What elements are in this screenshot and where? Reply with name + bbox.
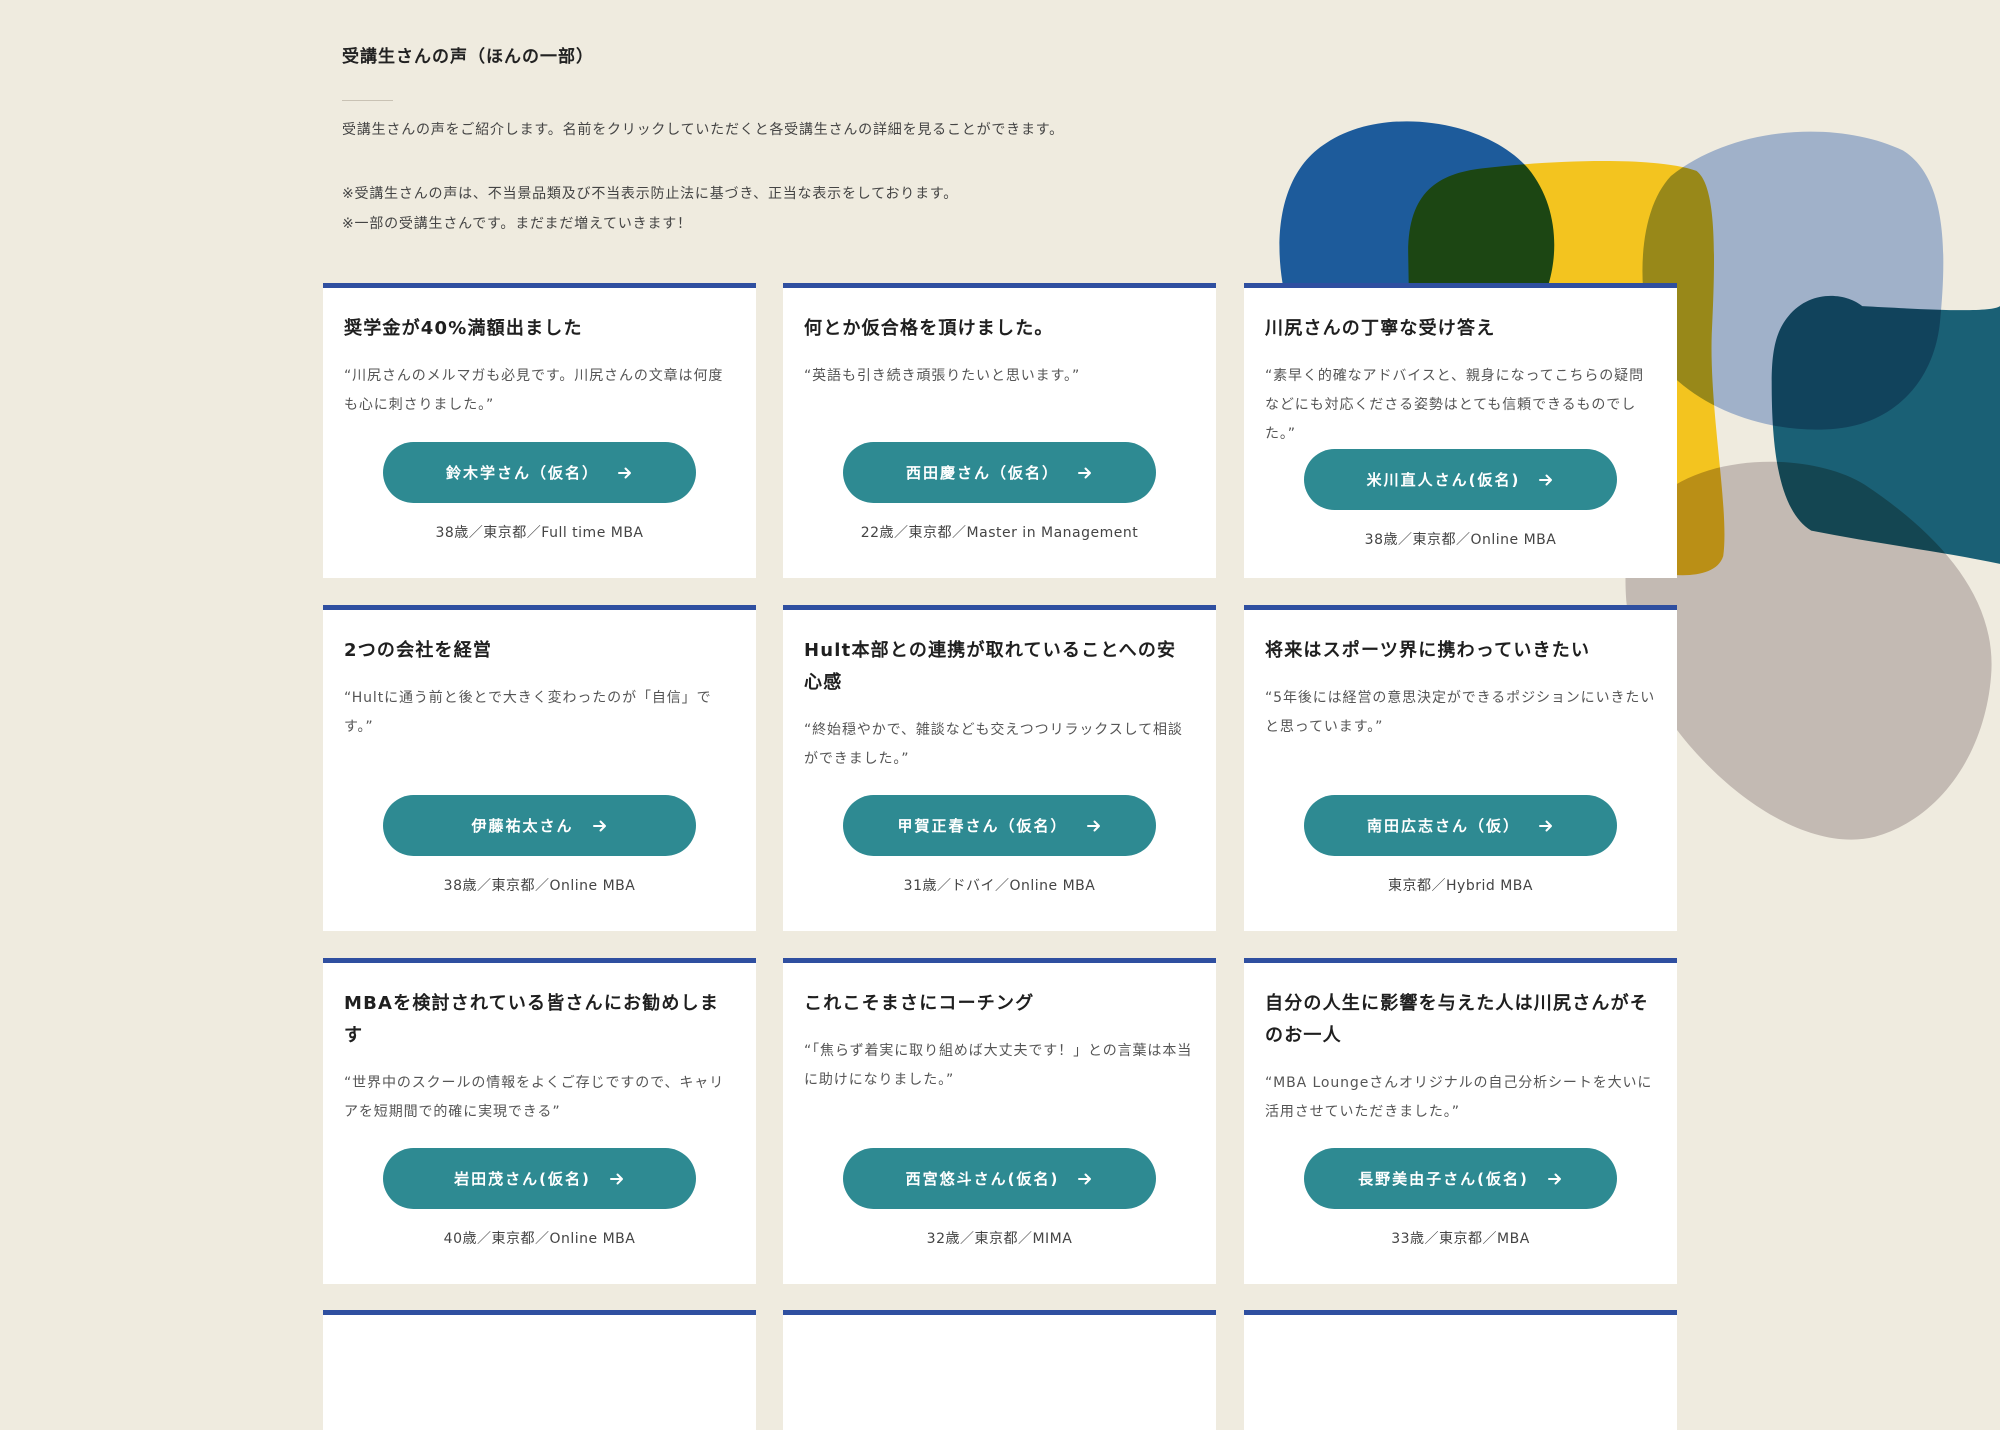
card-footer: 長野美由子さん(仮名) 33歳／東京都／MBA bbox=[1265, 1148, 1656, 1249]
button-label: 伊藤祐太さん bbox=[471, 817, 574, 835]
card-footer: 岩田茂さん(仮名) 40歳／東京都／Online MBA bbox=[344, 1148, 735, 1249]
testimonial-card: 自分の人生に影響を与えた人は川尻さんがそのお一人 “MBA Loungeさんオリ… bbox=[1244, 958, 1677, 1284]
student-meta: 38歳／東京都／Full time MBA bbox=[435, 525, 644, 541]
card-title: Hult本部との連携が取れていることへの安心感 bbox=[804, 640, 1177, 693]
student-name-button[interactable]: 鈴木学さん（仮名） bbox=[383, 442, 696, 503]
arrow-right-icon bbox=[1547, 1171, 1563, 1187]
card-title: これこそまさにコーチング bbox=[804, 993, 1035, 1014]
arrow-right-icon bbox=[1077, 465, 1093, 481]
testimonial-card bbox=[783, 1310, 1216, 1430]
section-intro: 受講生さんの声をご紹介します。名前をクリックしていただくと各受講生さんの詳細を見… bbox=[342, 122, 1064, 138]
testimonial-card: 将来はスポーツ界に携わっていきたい “5年後には経営の意思決定ができるポジション… bbox=[1244, 605, 1677, 931]
button-label: 西田慶さん（仮名） bbox=[905, 464, 1059, 482]
testimonial-card: これこそまさにコーチング “「焦らず着実に取り組めば大丈夫です！」との言葉は本当… bbox=[783, 958, 1216, 1284]
card-quote: “5年後には経営の意思決定ができるポジションにいきたいと思っています。” bbox=[1265, 690, 1656, 735]
student-meta: 40歳／東京都／Online MBA bbox=[443, 1231, 636, 1247]
card-footer: 伊藤祐太さん 38歳／東京都／Online MBA bbox=[344, 795, 735, 896]
student-meta: 31歳／ドバイ／Online MBA bbox=[903, 878, 1096, 894]
student-meta: 38歳／東京都／Online MBA bbox=[443, 878, 636, 894]
card-footer: 西宮悠斗さん(仮名) 32歳／東京都／MIMA bbox=[804, 1148, 1195, 1249]
card-title: 自分の人生に影響を与えた人は川尻さんがそのお一人 bbox=[1265, 993, 1649, 1046]
button-label: 甲賀正春さん（仮名） bbox=[897, 817, 1068, 835]
testimonial-card: MBAを検討されている皆さんにお勧めします “世界中のスクールの情報をよくご存じ… bbox=[323, 958, 756, 1284]
card-quote: “素早く的確なアドバイスと、親身になってこちらの疑問などにも対応くださる姿勢はと… bbox=[1265, 368, 1644, 442]
arrow-right-icon bbox=[1086, 818, 1102, 834]
arrow-right-icon bbox=[1538, 818, 1554, 834]
student-meta: 38歳／東京都／Online MBA bbox=[1364, 532, 1557, 548]
section-note: ※一部の受講生さんです。まだまだ増えていきます！ bbox=[342, 216, 692, 232]
title-divider bbox=[342, 100, 393, 101]
card-quote: “MBA Loungeさんオリジナルの自己分析シートを大いに活用させていただきま… bbox=[1265, 1075, 1653, 1120]
testimonial-card: Hult本部との連携が取れていることへの安心感 “終始穏やかで、雑談なども交えつ… bbox=[783, 605, 1216, 931]
card-title: MBAを検討されている皆さんにお勧めします bbox=[344, 993, 720, 1046]
button-label: 長野美由子さん(仮名) bbox=[1358, 1170, 1529, 1188]
section-note: ※受講生さんの声は、不当景品類及び不当表示防止法に基づき、正当な表示をしておりま… bbox=[342, 186, 959, 202]
card-quote: “Hultに通う前と後とで大きく変わったのが「自信」です。” bbox=[344, 690, 712, 735]
student-meta: 東京都／Hybrid MBA bbox=[1388, 878, 1533, 894]
testimonial-card: 奨学金が40%満額出ました “川尻さんのメルマガも必見です。川尻さんの文章は何度… bbox=[323, 283, 756, 578]
student-name-button[interactable]: 米川直人さん(仮名) bbox=[1304, 449, 1617, 510]
card-title: 何とか仮合格を頂けました。 bbox=[804, 318, 1054, 339]
testimonial-card bbox=[1244, 1310, 1677, 1430]
arrow-right-icon bbox=[1538, 472, 1554, 488]
student-name-button[interactable]: 甲賀正春さん（仮名） bbox=[843, 795, 1156, 856]
card-quote: “世界中のスクールの情報をよくご存じですので、キャリアを短期間で的確に実現できる… bbox=[344, 1075, 725, 1120]
student-name-button[interactable]: 長野美由子さん(仮名) bbox=[1304, 1148, 1617, 1209]
student-meta: 32歳／東京都／MIMA bbox=[926, 1231, 1073, 1247]
arrow-right-icon bbox=[592, 818, 608, 834]
card-quote: “「焦らず着実に取り組めば大丈夫です！」との言葉は本当に助けになりました。” bbox=[804, 1043, 1193, 1088]
card-title: 奨学金が40%満額出ました bbox=[344, 318, 583, 339]
button-label: 米川直人さん(仮名) bbox=[1366, 471, 1521, 489]
card-quote: “英語も引き続き頑張りたいと思います。” bbox=[804, 368, 1081, 384]
arrow-right-icon bbox=[1077, 1171, 1093, 1187]
button-label: 鈴木学さん（仮名） bbox=[445, 464, 599, 482]
student-meta: 22歳／東京都／Master in Management bbox=[860, 525, 1139, 541]
card-footer: 甲賀正春さん（仮名） 31歳／ドバイ／Online MBA bbox=[804, 795, 1195, 896]
student-name-button[interactable]: 西田慶さん（仮名） bbox=[843, 442, 1156, 503]
testimonial-card: 2つの会社を経営 “Hultに通う前と後とで大きく変わったのが「自信」です。” … bbox=[323, 605, 756, 931]
student-name-button[interactable]: 南田広志さん（仮） bbox=[1304, 795, 1617, 856]
card-footer: 米川直人さん(仮名) 38歳／東京都／Online MBA bbox=[1265, 449, 1656, 550]
student-meta: 33歳／東京都／MBA bbox=[1391, 1231, 1530, 1247]
card-quote: “川尻さんのメルマガも必見です。川尻さんの文章は何度も心に刺さりました。” bbox=[344, 368, 724, 413]
card-quote: “終始穏やかで、雑談なども交えつつリラックスして相談ができました。” bbox=[804, 722, 1183, 767]
section-title: 受講生さんの声（ほんの一部） bbox=[342, 47, 594, 67]
arrow-right-icon bbox=[617, 465, 633, 481]
button-label: 南田広志さん（仮） bbox=[1366, 817, 1520, 835]
card-footer: 西田慶さん（仮名） 22歳／東京都／Master in Management bbox=[804, 442, 1195, 543]
card-footer: 南田広志さん（仮） 東京都／Hybrid MBA bbox=[1265, 795, 1656, 896]
student-name-button[interactable]: 岩田茂さん(仮名) bbox=[383, 1148, 696, 1209]
card-footer: 鈴木学さん（仮名） 38歳／東京都／Full time MBA bbox=[344, 442, 735, 543]
student-name-button[interactable]: 西宮悠斗さん(仮名) bbox=[843, 1148, 1156, 1209]
button-label: 岩田茂さん(仮名) bbox=[454, 1170, 591, 1188]
testimonial-card bbox=[323, 1310, 756, 1430]
card-title: 2つの会社を経営 bbox=[344, 640, 493, 661]
student-name-button[interactable]: 伊藤祐太さん bbox=[383, 795, 696, 856]
testimonial-card: 何とか仮合格を頂けました。 “英語も引き続き頑張りたいと思います。” 西田慶さん… bbox=[783, 283, 1216, 578]
card-title: 将来はスポーツ界に携わっていきたい bbox=[1265, 640, 1591, 661]
button-label: 西宮悠斗さん(仮名) bbox=[905, 1170, 1060, 1188]
arrow-right-icon bbox=[609, 1171, 625, 1187]
testimonial-card: 川尻さんの丁寧な受け答え “素早く的確なアドバイスと、親身になってこちらの疑問な… bbox=[1244, 283, 1677, 578]
card-title: 川尻さんの丁寧な受け答え bbox=[1265, 318, 1496, 339]
